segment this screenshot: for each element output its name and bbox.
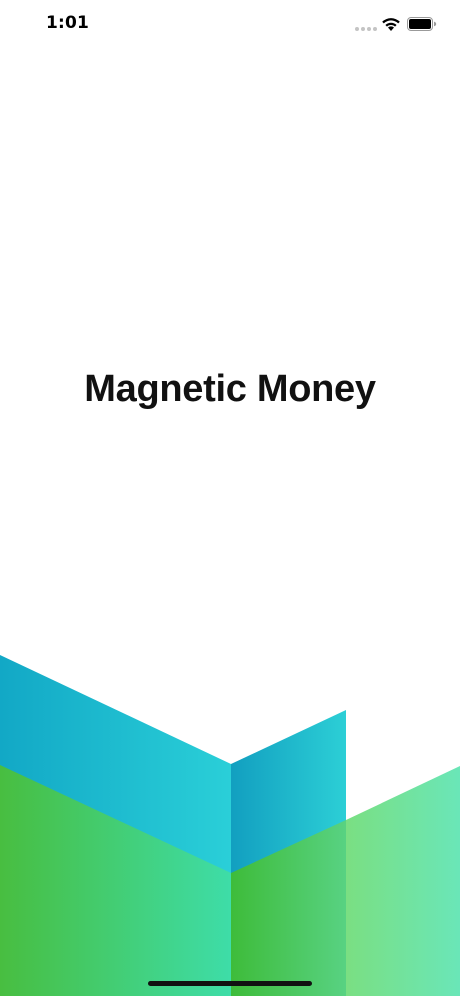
battery-icon <box>407 17 437 31</box>
home-indicator[interactable] <box>148 981 312 986</box>
app-title: Magnetic Money <box>84 368 376 410</box>
magnetic-money-logo-icon <box>0 655 460 996</box>
status-time: 1:01 <box>46 13 90 33</box>
status-bar: 1:01 <box>0 0 460 50</box>
signal-dots-icon <box>355 27 377 32</box>
wifi-icon <box>382 18 400 31</box>
